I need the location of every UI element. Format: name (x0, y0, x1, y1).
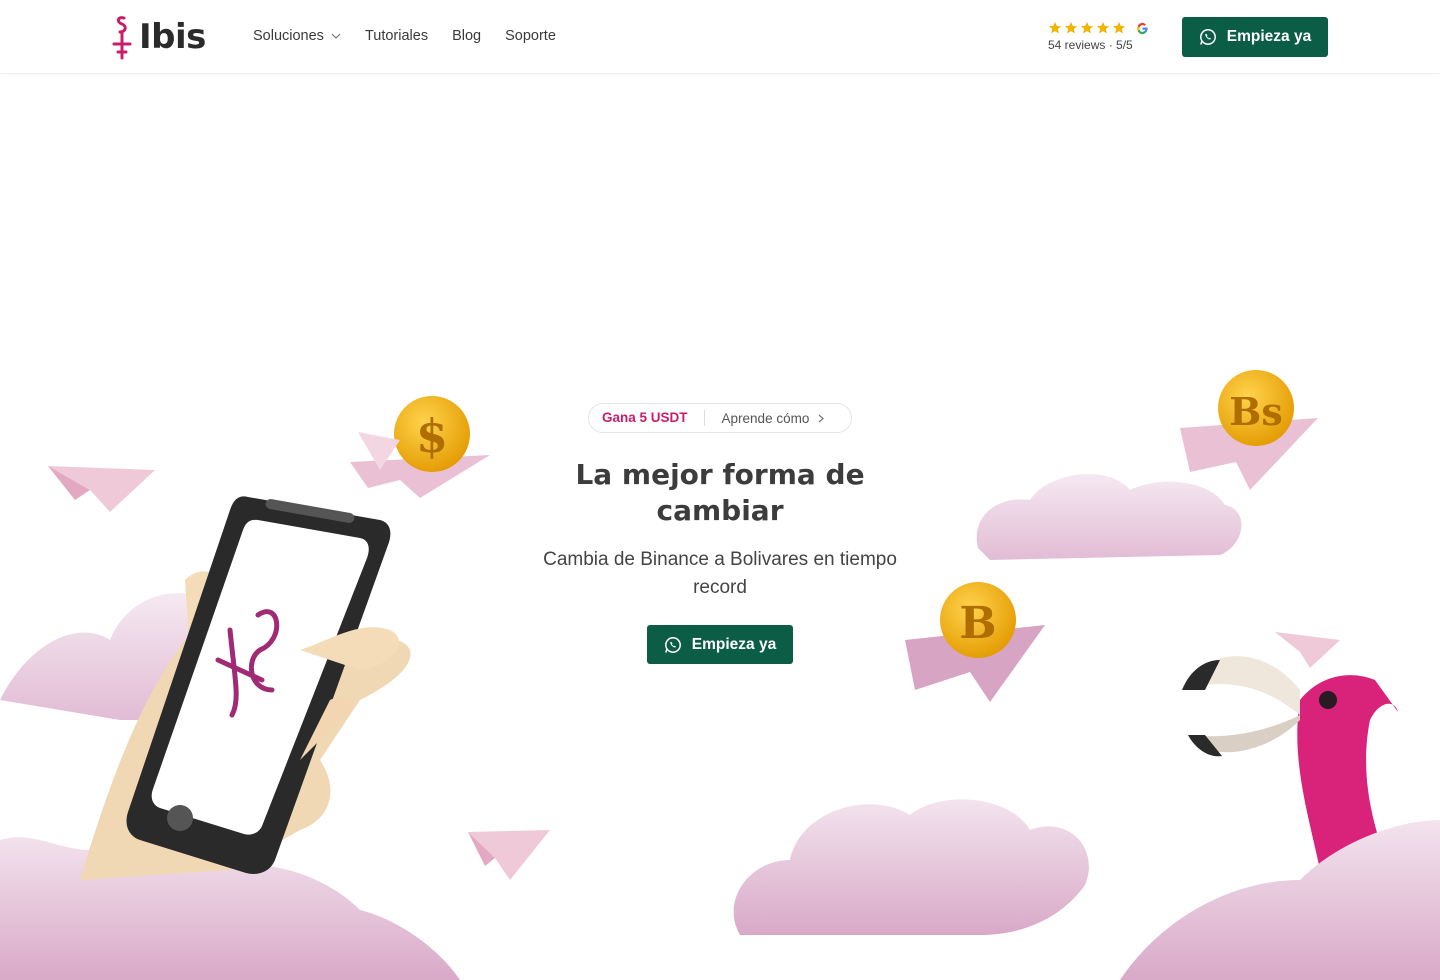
nav-item-label: Tutoriales (364, 28, 429, 44)
hand-phone (80, 496, 411, 880)
paper-plane-1 (48, 466, 155, 512)
chevron-down-icon (331, 33, 341, 39)
cloud-left (0, 593, 460, 980)
coin-symbol: B (959, 598, 996, 649)
coin-bolivar: Bs (1180, 370, 1318, 490)
nav-item-blog[interactable]: Blog (452, 28, 481, 44)
nav-item-soporte[interactable]: Soporte (505, 28, 556, 44)
cloud-right-top (976, 473, 1242, 560)
main-nav: Soluciones Tutoriales Blog Soporte (253, 28, 580, 44)
promo-highlight: Gana 5 USDT (589, 410, 705, 426)
star-icon (1113, 22, 1125, 34)
nav-item-label: Soporte (505, 28, 556, 44)
cloud-right-bottom (1120, 820, 1440, 980)
paper-plane-2 (468, 830, 550, 880)
flamingo (1182, 656, 1398, 870)
flamingo-logo-icon (112, 16, 132, 60)
site-header: Ibis Soluciones Tutoriales Blog Soporte (0, 0, 1440, 74)
paper-plane-3 (1275, 632, 1340, 668)
nav-item-soluciones[interactable]: Soluciones (253, 28, 341, 44)
star-rating (1048, 21, 1149, 35)
star-icon (1081, 22, 1093, 34)
star-icon (1097, 22, 1109, 34)
promo-link[interactable]: Aprende cómo (705, 411, 826, 426)
nav-item-label: Blog (452, 28, 482, 44)
star-icon (1049, 22, 1061, 34)
whatsapp-icon (664, 636, 681, 653)
hero-title: La mejor forma de cambiar (575, 458, 865, 527)
nav-item-tutoriales[interactable]: Tutoriales (365, 28, 428, 44)
star-icon (1065, 22, 1077, 34)
coin-dollar: $ (350, 396, 490, 498)
chevron-right-icon (818, 414, 825, 422)
header-start-button-label: Empieza ya (1226, 28, 1312, 45)
coin-bitcoin: B (905, 582, 1045, 702)
coin-symbol: Bs (1229, 389, 1283, 434)
promo-pill[interactable]: Gana 5 USDT Aprende cómo (588, 403, 852, 433)
whatsapp-icon (1199, 29, 1216, 45)
hero-subtitle: Cambia de Binance a Bolivares en tiempo … (543, 549, 897, 598)
cloud-center (733, 799, 1089, 935)
hero-start-button[interactable]: Empieza ya (647, 625, 793, 664)
reviews-summary: 54 reviews · 5/5 (1048, 38, 1133, 52)
nav-item-label: Soluciones (253, 28, 324, 44)
hero-start-button-label: Empieza ya (691, 635, 777, 653)
coin-symbol: $ (416, 409, 448, 463)
google-icon (1137, 22, 1148, 34)
brand-name: Ibis (139, 17, 206, 57)
header-start-button[interactable]: Empieza ya (1182, 17, 1328, 57)
reviews-widget[interactable]: 54 reviews · 5/5 (1048, 21, 1149, 52)
logo[interactable]: Ibis (110, 14, 206, 60)
promo-link-label: Aprende cómo (721, 410, 810, 426)
